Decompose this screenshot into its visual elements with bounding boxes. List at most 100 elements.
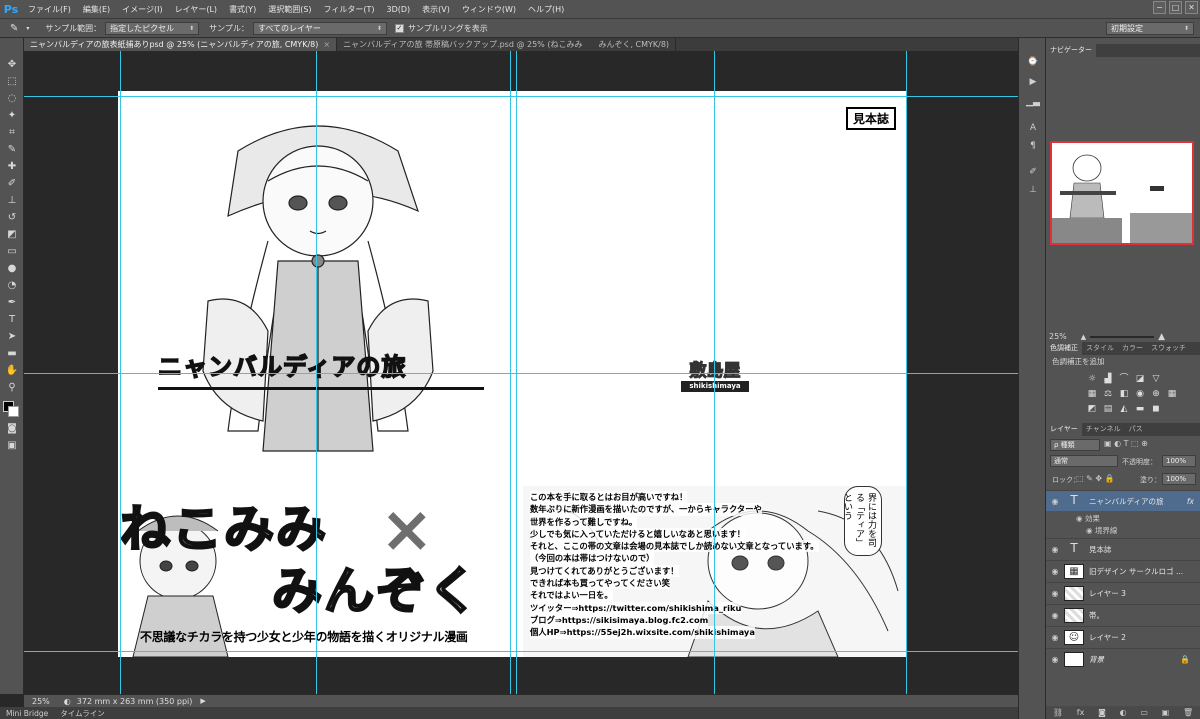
new-layer-icon[interactable]: ▣ [1162,708,1170,717]
new-group-icon[interactable]: ▭ [1140,708,1148,717]
tab-adjustments[interactable]: 色調補正 [1046,342,1082,355]
brush-panel-icon[interactable]: ✐ [1026,166,1040,178]
levels-icon[interactable]: ▟ [1101,374,1115,386]
menu-select[interactable]: 選択範囲(S) [262,4,317,15]
eye-icon[interactable]: ◉ [1046,545,1064,554]
channel-mixer-icon[interactable]: ⊕ [1149,389,1163,401]
menu-layer[interactable]: レイヤー(L) [169,4,223,15]
blur-tool-icon[interactable]: ● [4,262,20,276]
layer-row-selected[interactable]: ◉ T ニャンバルディアの旅 fx [1046,490,1200,511]
hand-tool-icon[interactable]: ✋ [4,364,20,378]
menu-3d[interactable]: 3D(D) [381,5,417,14]
layer-row-background[interactable]: ◉ 背景 🔒 [1046,648,1200,669]
add-style-icon[interactable]: fx [1077,708,1085,717]
quick-mask-icon[interactable]: ◙ [4,422,20,436]
layer-effects-icon[interactable]: fx [1187,497,1194,506]
guide-horizontal[interactable] [24,96,1018,97]
layer-filter-select[interactable]: ρ 種類 [1050,439,1100,451]
gradient-map-icon[interactable]: ▬ [1133,404,1147,416]
selective-color-icon[interactable]: ◼ [1149,404,1163,416]
layer-row[interactable]: ◉ T 見本誌 [1046,538,1200,559]
photo-filter-icon[interactable]: ◉ [1133,389,1147,401]
history-panel-icon[interactable]: ⌚ [1026,56,1040,68]
tab-navigator[interactable]: ナビゲーター [1046,44,1096,57]
menu-image[interactable]: イメージ(I) [116,4,168,15]
crop-tool-icon[interactable]: ⌗ [4,126,20,140]
tab-paths[interactable]: パス [1125,423,1147,436]
zoom-tool-icon[interactable]: ⚲ [4,381,20,395]
close-tab-icon[interactable]: × [323,40,330,49]
pen-tool-icon[interactable]: ✒ [4,296,20,310]
stroke-effect-row[interactable]: ◉ 境界線 [1086,525,1117,536]
character-panel-icon[interactable]: A [1026,122,1040,134]
actions-panel-icon[interactable]: ▶ [1026,76,1040,88]
tab-timeline[interactable]: タイムライン [54,708,110,719]
lasso-tool-icon[interactable]: ◌ [4,92,20,106]
zoom-in-icon[interactable]: ▲ [1158,332,1165,342]
tool-preset-arrow-icon[interactable]: ▾ [22,25,33,32]
eye-icon[interactable]: ◉ [1046,611,1064,620]
new-adjustment-icon[interactable]: ◐ [1120,708,1127,717]
black-white-icon[interactable]: ◧ [1117,389,1131,401]
menu-view[interactable]: 表示(V) [416,4,456,15]
tab-styles[interactable]: スタイル [1082,342,1118,355]
fill-field[interactable]: 100% [1162,473,1196,485]
curves-icon[interactable]: ⌒ [1117,371,1131,384]
menu-type[interactable]: 書式(Y) [223,4,262,15]
guide-horizontal[interactable] [24,373,1018,374]
paragraph-panel-icon[interactable]: ¶ [1026,140,1040,152]
screen-mode-icon[interactable]: ▣ [4,439,20,453]
color-balance-icon[interactable]: ⚖ [1101,389,1115,401]
histogram-panel-icon[interactable]: ▁▃ [1026,96,1040,108]
eye-icon[interactable]: ◉ [1046,655,1064,664]
eyedropper-tool-icon[interactable]: ✎ [4,143,20,157]
link-layers-icon[interactable]: ⛓ [1053,708,1063,717]
effects-row[interactable]: ◉ 効果 [1076,513,1100,524]
eye-icon[interactable]: ◉ [1046,567,1064,576]
close-window-button[interactable]: ✕ [1185,1,1198,14]
color-lookup-icon[interactable]: ▦ [1165,389,1179,401]
brightness-icon[interactable]: ☼ [1085,374,1099,386]
tab-mini-bridge[interactable]: Mini Bridge [0,709,54,718]
maximize-button[interactable]: □ [1169,1,1182,14]
blend-mode-select[interactable]: 通常 [1050,455,1118,467]
menu-file[interactable]: ファイル(F) [22,4,77,15]
shape-tool-icon[interactable]: ▬ [4,347,20,361]
lock-icons[interactable]: ⬚ ✎ ✥ 🔒 [1076,474,1115,483]
layer-row[interactable]: ◉ 帯。 [1046,604,1200,625]
tab-layers[interactable]: レイヤー [1046,423,1082,436]
eyedropper-tool-icon[interactable]: ✎ [0,23,22,34]
tab-swatches[interactable]: スウォッチ [1147,342,1190,355]
menu-edit[interactable]: 編集(E) [77,4,116,15]
minimize-button[interactable]: − [1153,1,1166,14]
menu-window[interactable]: ウィンドウ(W) [456,4,522,15]
zoom-out-icon[interactable]: ▲ [1081,333,1086,341]
type-tool-icon[interactable]: T [4,313,20,327]
hue-saturation-icon[interactable]: ▦ [1085,389,1099,401]
eye-icon[interactable]: ◉ [1046,633,1064,642]
invert-icon[interactable]: ◩ [1085,404,1099,416]
add-mask-icon[interactable]: ◙ [1098,708,1106,717]
layer-row[interactable]: ◉ ▦ 旧デザイン サークルロゴ ... [1046,560,1200,581]
workspace-select[interactable]: 初期設定 ⬍ [1106,22,1194,35]
threshold-icon[interactable]: ◭ [1117,404,1131,416]
posterize-icon[interactable]: ▤ [1101,404,1115,416]
delete-layer-icon[interactable]: 🗑 [1183,708,1193,717]
tab-channels[interactable]: チャンネル [1082,423,1125,436]
marquee-tool-icon[interactable]: ⬚ [4,75,20,89]
magic-wand-tool-icon[interactable]: ✦ [4,109,20,123]
guide-horizontal[interactable] [24,651,1018,652]
path-select-tool-icon[interactable]: ➤ [4,330,20,344]
opacity-field[interactable]: 100% [1162,455,1196,467]
tab-color[interactable]: カラー [1118,342,1147,355]
eraser-tool-icon[interactable]: ◩ [4,228,20,242]
canvas-area[interactable]: 見本誌 ニャンバルディアの旅 敷島屋 shikishimaya ねこみみ × み… [24,51,1018,694]
zoom-slider[interactable] [1090,335,1155,338]
document-page[interactable]: 見本誌 ニャンバルディアの旅 敷島屋 shikishimaya ねこみみ × み… [118,91,907,657]
document-tab[interactable]: ニャンバルディアの旅 帯原稿バックアップ.psd @ 25% (ねこみみ みんぞ… [337,38,677,51]
sample-select[interactable]: すべてのレイヤー ⬍ [252,21,387,35]
brush-tool-icon[interactable]: ✐ [4,177,20,191]
menu-help[interactable]: ヘルプ(H) [522,4,570,15]
sample-size-select[interactable]: 指定したピクセル ⬍ [105,21,200,35]
show-sampling-ring-checkbox[interactable]: ✓ [394,23,404,33]
